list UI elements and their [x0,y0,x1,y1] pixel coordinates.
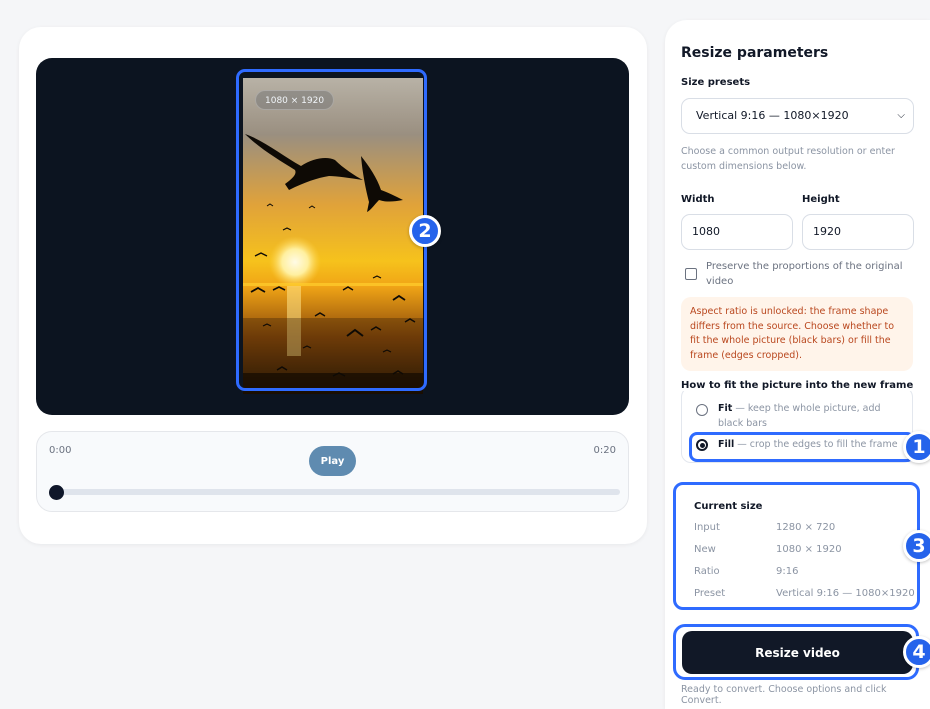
marker-badge-3: 3 [903,530,930,562]
size-presets-hint: Choose a common output resolution or ent… [681,146,895,172]
chevron-down-icon: ⌵ [897,110,905,121]
size-presets-value: Vertical 9:16 — 1080×1920 [696,109,849,122]
preset-key: Preset [694,588,726,599]
preserve-proportions-label: Preserve the proportions of the original… [706,261,903,287]
fit-radio[interactable] [696,404,708,416]
video-stage: 1080 × 1920 2 [36,58,629,415]
seek-thumb[interactable] [49,485,64,500]
play-button[interactable]: Play [309,446,356,476]
resize-parameters-panel: Resize parameters Size presets Vertical … [665,20,930,709]
time-start: 0:00 [49,445,72,456]
height-input[interactable]: 1920 [802,214,914,250]
size-presets-label: Size presets [681,77,751,88]
time-end: 0:20 [593,445,616,456]
seek-bar[interactable] [55,489,620,495]
current-size-card: Current size Input 1280 × 720 New 1080 ×… [673,482,920,610]
width-label: Width [681,194,715,205]
preview-card: 1080 × 1920 2 0:00 Play 0:20 [19,27,647,544]
fit-option-desc: — keep the whole picture, add black bars [718,403,881,429]
marker-badge-4: 4 [903,636,930,668]
resize-video-button[interactable]: Resize video [682,631,913,674]
ratio-key: Ratio [694,566,720,577]
input-size-key: Input [694,522,720,533]
dimension-badge: 1080 × 1920 [255,90,335,110]
fill-option-highlight [689,432,915,462]
new-size-key: New [694,544,716,555]
fit-option-text[interactable]: Fit — keep the whole picture, add black … [718,402,908,431]
current-size-title: Current size [694,501,763,512]
height-label: Height [802,194,840,205]
status-text: Ready to convert. Choose options and cli… [681,684,887,706]
aspect-ratio-warning: Aspect ratio is unlocked: the frame shap… [681,297,913,371]
input-size-value: 1280 × 720 [776,522,836,533]
marker-badge-1: 1 [903,431,930,463]
size-presets-select[interactable]: Vertical 9:16 — 1080×1920 ⌵ [681,98,914,134]
output-frame-highlight [236,69,427,391]
fit-option-name: Fit [718,403,733,414]
preset-value: Vertical 9:16 — 1080×1920 [776,588,915,599]
panel-title: Resize parameters [681,45,829,61]
preserve-proportions-checkbox[interactable] [685,268,697,280]
app-page: 1080 × 1920 2 0:00 Play 0:20 Resize para… [0,0,930,709]
player-controls: 0:00 Play 0:20 [36,431,629,512]
fit-mode-legend: How to fit the picture into the new fram… [677,380,918,391]
marker-badge-2: 2 [409,215,441,247]
new-size-value: 1080 × 1920 [776,544,842,555]
ratio-value: 9:16 [776,566,799,577]
width-input[interactable]: 1080 [681,214,793,250]
